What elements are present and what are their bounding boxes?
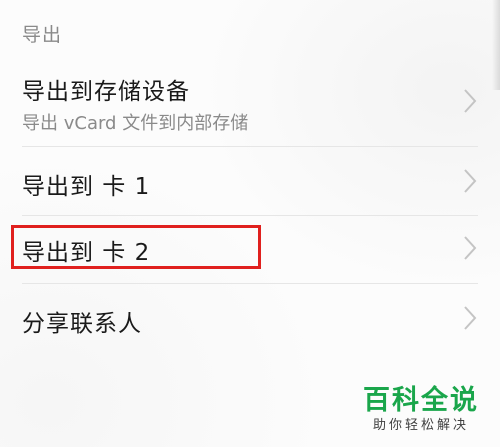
menu-item-share-contacts[interactable]: 分享联系人 <box>0 284 500 352</box>
chevron-right-icon <box>464 169 477 193</box>
chevron-right-icon <box>464 89 477 113</box>
chevron-right-icon <box>464 236 477 260</box>
menu-item-subtitle: 导出 vCard 文件到内部存储 <box>22 113 249 134</box>
menu-item-export-card-1[interactable]: 导出到 卡 1 <box>0 147 500 215</box>
settings-screen: 导出 导出到存储设备 导出 vCard 文件到内部存储 导出到 卡 1 导出到 … <box>0 0 500 447</box>
section-header-export: 导出 <box>22 24 63 46</box>
menu-item-title: 导出到 卡 1 <box>22 174 151 200</box>
menu-item-title: 导出到存储设备 <box>22 79 190 105</box>
watermark-logo: 百科全说 助你轻松解决 <box>356 385 486 435</box>
watermark-title: 百科全说 <box>363 385 479 416</box>
menu-item-title: 分享联系人 <box>22 311 142 337</box>
menu-item-export-storage[interactable]: 导出到存储设备 导出 vCard 文件到内部存储 <box>0 62 500 146</box>
watermark-subtitle: 助你轻松解决 <box>372 418 469 433</box>
highlight-annotation-box <box>11 225 261 269</box>
chevron-right-icon <box>464 306 477 330</box>
